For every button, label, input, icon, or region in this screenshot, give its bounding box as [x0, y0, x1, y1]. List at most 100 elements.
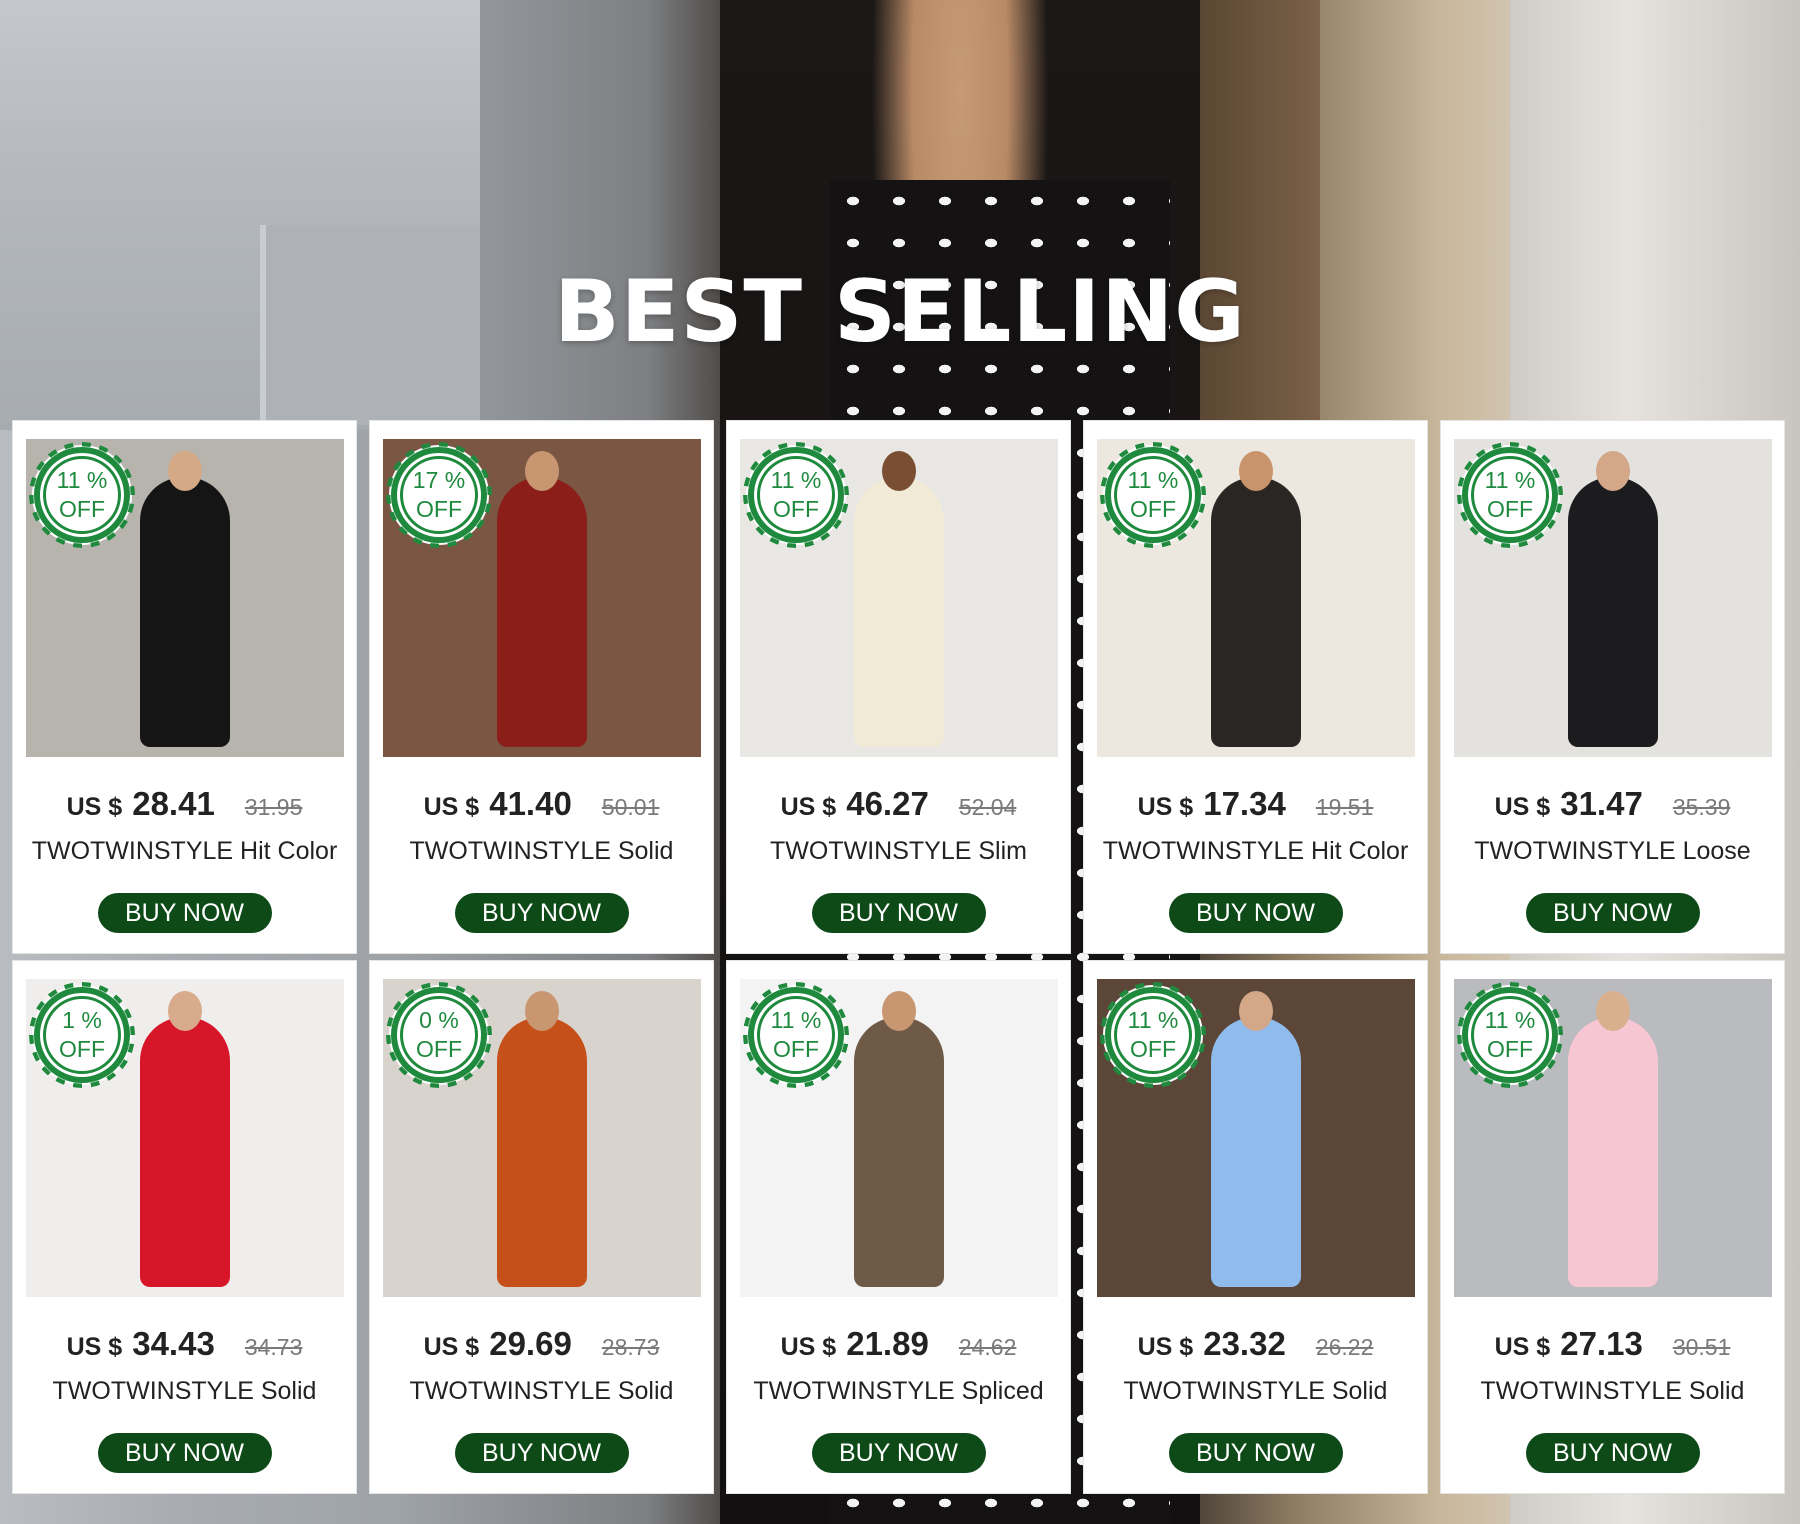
buy-now-button[interactable]: BUY NOW — [1525, 893, 1700, 933]
price-row: US $ 21.89 24.62 — [727, 1325, 1070, 1363]
discount-badge-inner: 11 % OFF — [1114, 996, 1192, 1074]
discount-off-label: OFF — [773, 496, 819, 522]
price-currency: US $ — [66, 1333, 123, 1361]
product-name[interactable]: TWOTWINSTYLE Solid — [370, 1377, 713, 1406]
price-original: 35.39 — [1672, 794, 1731, 820]
discount-off-label: OFF — [1130, 496, 1176, 522]
discount-off-label: OFF — [1487, 1036, 1533, 1062]
discount-percent: 11 % — [770, 467, 822, 493]
product-name[interactable]: TWOTWINSTYLE Loose — [1441, 837, 1784, 866]
buy-now-button[interactable]: BUY NOW — [1168, 893, 1343, 933]
price-row: US $ 27.13 30.51 — [1441, 1325, 1784, 1363]
section-title: BEST SELLING — [554, 262, 1246, 362]
discount-badge: 1 % OFF — [34, 987, 130, 1083]
product-dress — [497, 1017, 587, 1287]
product-image[interactable]: 1 % OFF — [26, 979, 344, 1297]
price-original: 19.51 — [1315, 794, 1374, 820]
price-currency: US $ — [1494, 1333, 1551, 1361]
buy-now-button[interactable]: BUY NOW — [97, 893, 272, 933]
product-image[interactable]: 11 % OFF — [740, 979, 1058, 1297]
discount-off-label: OFF — [416, 496, 462, 522]
price-original: 24.62 — [958, 1334, 1017, 1360]
buy-now-button[interactable]: BUY NOW — [454, 893, 629, 933]
discount-badge: 11 % OFF — [1105, 447, 1201, 543]
product-image[interactable]: 17 % OFF — [383, 439, 701, 757]
product-dress — [1211, 1017, 1301, 1287]
product-image[interactable]: 0 % OFF — [383, 979, 701, 1297]
price-current: 27.13 — [1560, 1325, 1643, 1362]
product-card[interactable]: 0 % OFF US $ 29.69 28.73 TWOTWINSTYLE So… — [369, 960, 714, 1494]
product-name[interactable]: TWOTWINSTYLE Hit Color — [1084, 837, 1427, 866]
product-name[interactable]: TWOTWINSTYLE Solid — [370, 837, 713, 866]
buy-now-button[interactable]: BUY NOW — [811, 893, 986, 933]
product-name[interactable]: TWOTWINSTYLE Solid — [13, 1377, 356, 1406]
price-currency: US $ — [1137, 793, 1194, 821]
product-grid: 11 % OFF US $ 28.41 31.95 TWOTWINSTYLE H… — [12, 420, 1788, 1494]
product-name[interactable]: TWOTWINSTYLE Slim — [727, 837, 1070, 866]
discount-percent: 0 % — [419, 1007, 459, 1033]
discount-badge-inner: 11 % OFF — [1114, 456, 1192, 534]
product-image[interactable]: 11 % OFF — [26, 439, 344, 757]
discount-percent: 11 % — [56, 467, 108, 493]
discount-badge: 11 % OFF — [748, 987, 844, 1083]
price-original: 52.04 — [958, 794, 1017, 820]
product-card[interactable]: 11 % OFF US $ 27.13 30.51 TWOTWINSTYLE S… — [1440, 960, 1785, 1494]
product-card[interactable]: 11 % OFF US $ 17.34 19.51 TWOTWINSTYLE H… — [1083, 420, 1428, 954]
product-card[interactable]: 11 % OFF US $ 31.47 35.39 TWOTWINSTYLE L… — [1440, 420, 1785, 954]
price-original: 50.01 — [601, 794, 660, 820]
product-dress — [1568, 477, 1658, 747]
buy-now-button[interactable]: BUY NOW — [1168, 1433, 1343, 1473]
discount-badge: 11 % OFF — [1462, 987, 1558, 1083]
discount-badge-inner: 0 % OFF — [400, 996, 478, 1074]
buy-now-button[interactable]: BUY NOW — [97, 1433, 272, 1473]
price-row: US $ 29.69 28.73 — [370, 1325, 713, 1363]
discount-off-label: OFF — [416, 1036, 462, 1062]
product-card[interactable]: 11 % OFF US $ 28.41 31.95 TWOTWINSTYLE H… — [12, 420, 357, 954]
price-original: 34.73 — [244, 1334, 303, 1360]
price-current: 17.34 — [1203, 785, 1286, 822]
product-image[interactable]: 11 % OFF — [1097, 979, 1415, 1297]
hero-door — [1200, 0, 1320, 430]
product-dress — [140, 1017, 230, 1287]
discount-badge: 11 % OFF — [34, 447, 130, 543]
discount-off-label: OFF — [59, 496, 105, 522]
buy-now-button[interactable]: BUY NOW — [811, 1433, 986, 1473]
buy-now-button[interactable]: BUY NOW — [1525, 1433, 1700, 1473]
discount-badge-inner: 17 % OFF — [400, 456, 478, 534]
discount-badge: 17 % OFF — [391, 447, 487, 543]
price-original: 31.95 — [244, 794, 303, 820]
buy-now-button[interactable]: BUY NOW — [454, 1433, 629, 1473]
price-current: 34.43 — [132, 1325, 215, 1362]
discount-badge-inner: 11 % OFF — [43, 456, 121, 534]
product-image[interactable]: 11 % OFF — [740, 439, 1058, 757]
price-current: 28.41 — [132, 785, 215, 822]
price-row: US $ 28.41 31.95 — [13, 785, 356, 823]
price-current: 31.47 — [1560, 785, 1643, 822]
product-name[interactable]: TWOTWINSTYLE Spliced — [727, 1377, 1070, 1406]
product-card[interactable]: 11 % OFF US $ 21.89 24.62 TWOTWINSTYLE S… — [726, 960, 1071, 1494]
price-original: 30.51 — [1672, 1334, 1731, 1360]
product-image[interactable]: 11 % OFF — [1454, 439, 1772, 757]
product-name[interactable]: TWOTWINSTYLE Hit Color — [13, 837, 356, 866]
product-name[interactable]: TWOTWINSTYLE Solid — [1084, 1377, 1427, 1406]
price-currency: US $ — [423, 1333, 480, 1361]
product-dress — [1568, 1017, 1658, 1287]
price-currency: US $ — [780, 793, 837, 821]
product-card[interactable]: 1 % OFF US $ 34.43 34.73 TWOTWINSTYLE So… — [12, 960, 357, 1494]
product-card[interactable]: 11 % OFF US $ 23.32 26.22 TWOTWINSTYLE S… — [1083, 960, 1428, 1494]
product-image[interactable]: 11 % OFF — [1097, 439, 1415, 757]
price-row: US $ 46.27 52.04 — [727, 785, 1070, 823]
price-row: US $ 17.34 19.51 — [1084, 785, 1427, 823]
product-name[interactable]: TWOTWINSTYLE Solid — [1441, 1377, 1784, 1406]
product-dress — [140, 477, 230, 747]
discount-badge-inner: 11 % OFF — [757, 996, 835, 1074]
discount-badge: 0 % OFF — [391, 987, 487, 1083]
discount-percent: 17 % — [412, 467, 466, 493]
price-current: 46.27 — [846, 785, 929, 822]
price-row: US $ 23.32 26.22 — [1084, 1325, 1427, 1363]
discount-percent: 11 % — [1127, 1007, 1179, 1033]
discount-percent: 11 % — [1127, 467, 1179, 493]
product-card[interactable]: 11 % OFF US $ 46.27 52.04 TWOTWINSTYLE S… — [726, 420, 1071, 954]
product-image[interactable]: 11 % OFF — [1454, 979, 1772, 1297]
product-card[interactable]: 17 % OFF US $ 41.40 50.01 TWOTWINSTYLE S… — [369, 420, 714, 954]
